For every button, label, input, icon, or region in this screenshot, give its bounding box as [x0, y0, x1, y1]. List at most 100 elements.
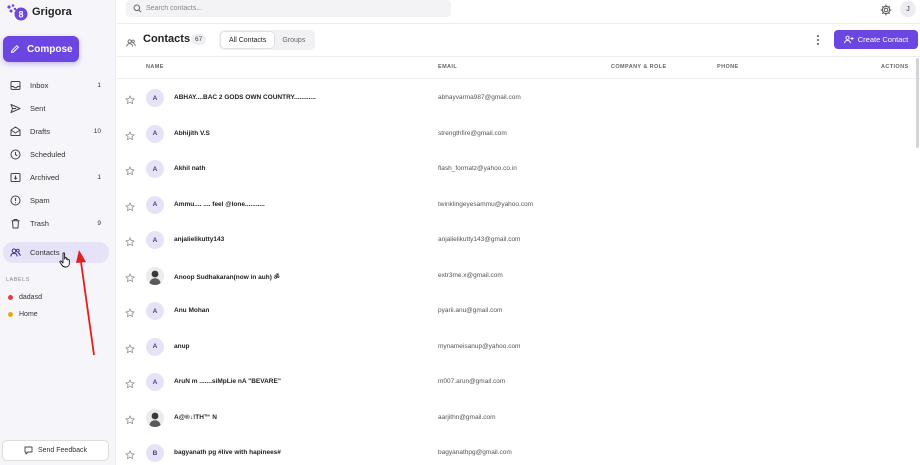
- contact-email[interactable]: twinklingeyesammu@yahoo.com: [438, 201, 533, 208]
- feedback-label: Send Feedback: [37, 447, 88, 454]
- contact-avatar: A: [146, 89, 164, 107]
- contact-name[interactable]: anup: [174, 343, 190, 350]
- table-row[interactable]: A Akhil nath flash_formatz@yahoo.co.in: [117, 151, 920, 186]
- contact-name[interactable]: A@®↓!TH™ N: [174, 414, 217, 421]
- star-icon[interactable]: [125, 163, 135, 176]
- contact-name[interactable]: bagyanath pg #live with hapinees#: [174, 449, 281, 456]
- star-icon[interactable]: [125, 412, 135, 424]
- star-icon[interactable]: [125, 447, 135, 460]
- sidebar-item-contacts[interactable]: Contacts: [3, 242, 109, 263]
- sidebar-item-sent[interactable]: Sent: [3, 98, 109, 119]
- search-icon: [133, 4, 142, 13]
- contact-name[interactable]: anjalielikutty143: [174, 236, 224, 243]
- table-row[interactable]: A Ammu.... .... feel @lone........... twin…: [117, 187, 920, 222]
- search-bar[interactable]: [126, 0, 451, 17]
- contact-email[interactable]: m007.arun@gmail.com: [438, 378, 505, 385]
- contact-name[interactable]: Akhil nath: [174, 165, 205, 172]
- contact-avatar: A: [146, 373, 164, 391]
- brand[interactable]: 8 Grigora: [6, 3, 72, 21]
- sidebar-item-drafts[interactable]: Drafts 10: [3, 121, 109, 142]
- grigora-logo-icon: 8: [6, 3, 28, 21]
- drafts-icon: [9, 126, 21, 138]
- scrollbar[interactable]: [916, 58, 919, 148]
- contact-email[interactable]: aarjithn@gmail.com: [438, 414, 496, 421]
- sidebar-item-scheduled[interactable]: Scheduled: [3, 144, 109, 165]
- star-icon[interactable]: [125, 128, 135, 140]
- table-row[interactable]: Bbagyanath pg #live with hapinees# bagyan…: [117, 435, 920, 465]
- label-name: Home: [19, 311, 38, 318]
- contact-name[interactable]: AruN m .......siMpLie nA "BEVARE": [174, 378, 281, 385]
- send-feedback-button[interactable]: Send Feedback: [2, 440, 109, 461]
- label-item-home[interactable]: Home: [8, 311, 38, 318]
- star-icon[interactable]: [125, 199, 135, 211]
- sidebar-item-archived[interactable]: Archived 1: [3, 167, 109, 188]
- unread-count: 1: [97, 82, 101, 89]
- contact-name[interactable]: Anoop Sudhakaran(now in auh) ॐ: [174, 272, 280, 281]
- svg-text:8: 8: [18, 10, 23, 20]
- sidebar-item-trash[interactable]: Trash 9: [3, 213, 109, 234]
- contact-email[interactable]: anjalielikutty143@gmail.com: [438, 236, 520, 243]
- column-header-phone: PHONE: [717, 64, 739, 70]
- clock-icon: [9, 149, 21, 161]
- contact-name[interactable]: Ammu.... .... feel @lone...........: [174, 201, 265, 208]
- contact-avatar: A: [146, 231, 164, 249]
- contact-email[interactable]: flash_formatz@yahoo.co.in: [438, 165, 517, 172]
- unread-count: 1: [97, 174, 101, 181]
- table-row[interactable]: Aanup mynameisanup@yahoo.com: [117, 329, 920, 364]
- star-icon[interactable]: [125, 341, 135, 353]
- contact-email[interactable]: pyarii.anu@gmail.com: [438, 307, 502, 314]
- search-input[interactable]: [146, 5, 426, 12]
- contact-email[interactable]: abhayvarma987@gmail.com: [438, 94, 521, 101]
- table-row[interactable]: A Anu Mohan pyarii.anu@gmail.com: [117, 293, 920, 328]
- hand-cursor-icon: [59, 252, 70, 268]
- settings-gear-icon[interactable]: [880, 3, 892, 16]
- contacts-count-badge: 67: [191, 34, 207, 45]
- sidebar-item-label: Archived: [30, 173, 60, 182]
- unread-count: 9: [97, 220, 101, 227]
- spam-icon: [9, 195, 21, 207]
- contacts-header-icon: [126, 35, 136, 47]
- contact-avatar: [146, 266, 164, 285]
- contact-email[interactable]: strengthfire@gmail.com: [438, 130, 507, 137]
- table-row[interactable]: A Abhijith V.S strengthfire@gmail.com: [117, 116, 920, 151]
- contact-email[interactable]: bagyanathpg@gmail.com: [438, 449, 512, 456]
- contact-name[interactable]: Abhijith V.S: [174, 130, 210, 137]
- compose-label: Compose: [27, 43, 73, 55]
- table-row[interactable]: Anoop Sudhakaran(now in auh) ॐ extr3me.x@…: [117, 258, 920, 293]
- table-row[interactable]: Aanjalielikutty143 anjalielikutty143@gmai…: [117, 222, 920, 257]
- tab-all-contacts[interactable]: All Contacts: [221, 32, 275, 48]
- table-row[interactable]: A AruN m .......siMpLie nA "BEVARE" m007.a…: [117, 364, 920, 399]
- star-icon[interactable]: [125, 234, 135, 247]
- compose-button[interactable]: Compose: [3, 36, 79, 62]
- star-icon[interactable]: [125, 305, 135, 318]
- contacts-tabs: All Contacts Groups: [219, 30, 316, 50]
- label-color-dot: [8, 312, 13, 317]
- table-row[interactable]: A ABHAY....BAC 2 GODS OWN COUNTRY........…: [117, 80, 920, 115]
- user-avatar[interactable]: J: [900, 1, 916, 17]
- column-header-email: EMAIL: [438, 64, 458, 70]
- contact-name[interactable]: Anu Mohan: [174, 307, 209, 314]
- create-contact-button[interactable]: Create Contact: [834, 30, 918, 49]
- contact-email[interactable]: mynameisanup@yahoo.com: [438, 343, 520, 350]
- divider: [117, 56, 920, 57]
- contact-email[interactable]: extr3me.x@gmail.com: [438, 272, 503, 279]
- more-options-icon[interactable]: [815, 34, 821, 46]
- divider: [117, 23, 920, 24]
- trash-icon: [9, 218, 21, 230]
- label-item-dadasd[interactable]: dadasd: [8, 294, 42, 301]
- contact-avatar: A: [146, 195, 164, 214]
- send-icon: [9, 103, 21, 115]
- contact-name[interactable]: ABHAY....BAC 2 GODS OWN COUNTRY.........…: [174, 94, 316, 101]
- sidebar-item-inbox[interactable]: Inbox 1: [3, 75, 109, 96]
- star-icon[interactable]: [125, 270, 135, 282]
- table-row[interactable]: A@®↓!TH™ N aarjithn@gmail.com: [117, 400, 920, 435]
- sidebar-item-spam[interactable]: Spam: [3, 190, 109, 211]
- star-icon[interactable]: [125, 376, 135, 389]
- sidebar-item-label: Inbox: [30, 81, 49, 90]
- contact-avatar: A: [146, 302, 164, 320]
- star-icon[interactable]: [125, 92, 135, 105]
- tab-groups[interactable]: Groups: [274, 32, 313, 48]
- sidebar: 8 Grigora Compose Inbox 1 Sent Drafts 10…: [0, 0, 116, 465]
- brand-name: Grigora: [32, 6, 72, 18]
- feedback-icon: [24, 446, 33, 455]
